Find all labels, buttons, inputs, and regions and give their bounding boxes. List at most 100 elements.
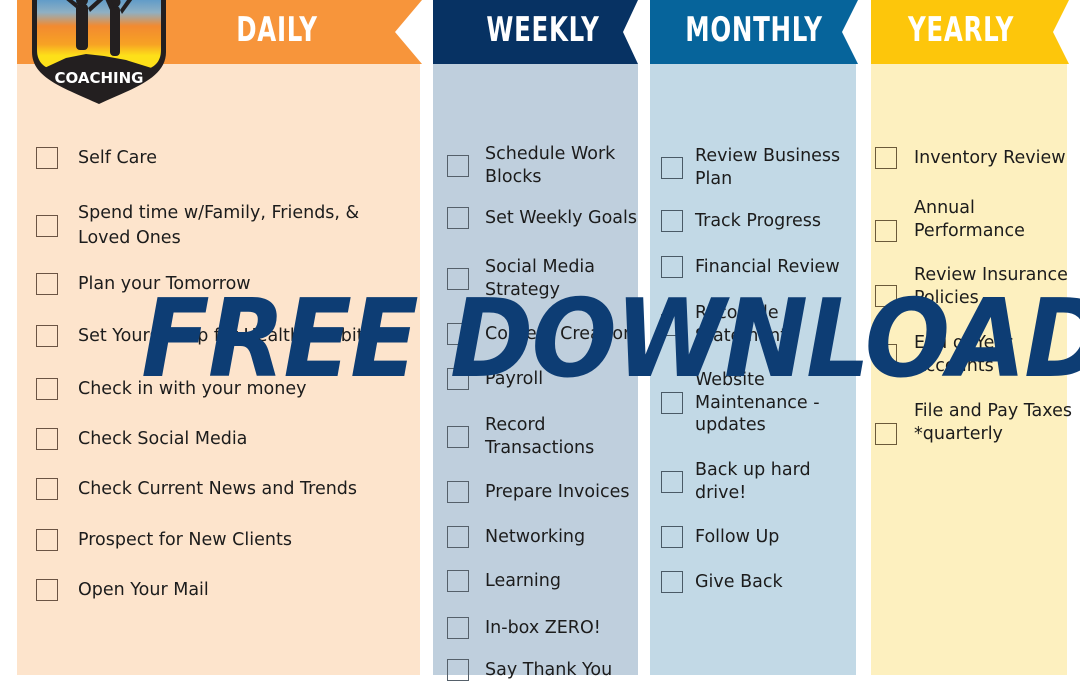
item-label: Spend time w/Family, Friends, & Loved On… [78, 203, 360, 248]
item-label: Learning [485, 571, 561, 591]
checklist-item[interactable]: Prepare Invoices [447, 481, 645, 504]
checkbox[interactable] [36, 273, 58, 296]
item-label: Payroll [485, 369, 544, 389]
checkbox[interactable] [661, 156, 683, 179]
checkbox[interactable] [875, 147, 897, 170]
checkbox[interactable] [447, 207, 469, 230]
checklist-item[interactable]: Review Insurance Policies [875, 264, 1074, 309]
banner-weekly: WEEKLY [433, 0, 638, 64]
checkbox[interactable] [661, 391, 683, 414]
item-label: Check Current News and Trends [78, 479, 358, 499]
checkbox[interactable] [875, 285, 897, 307]
item-label: File and Pay Taxes *quarterly [914, 401, 1072, 444]
checkbox[interactable] [447, 526, 469, 549]
checklist-item[interactable]: Spend time w/Family, Friends, & Loved On… [36, 201, 388, 251]
item-label: Set Yourself up for Healthy Habits [78, 326, 373, 346]
item-label: End of Year Accounts [914, 333, 1013, 376]
checklist-item[interactable]: Social Media Strategy [447, 256, 625, 301]
checklist-item[interactable]: Open Your Mail [36, 579, 408, 602]
checkbox[interactable] [447, 368, 469, 391]
item-label: Prepare Invoices [485, 482, 630, 502]
checklist-item[interactable]: Inventory Review [875, 147, 1074, 170]
checklist-item[interactable]: Plan your Tomorrow [36, 273, 408, 296]
checkbox[interactable] [661, 526, 683, 549]
checklist-weekly: Schedule Work Blocks Set Weekly Goals So… [433, 64, 638, 682]
checkbox[interactable] [875, 220, 897, 242]
item-label: Review Insurance Policies [914, 265, 1068, 308]
checklist-item[interactable]: Schedule Work Blocks [447, 143, 635, 188]
item-label: Networking [485, 527, 586, 547]
item-label: Prospect for New Clients [78, 530, 292, 550]
logo-label: COACHING [55, 69, 144, 87]
checkbox[interactable] [36, 579, 58, 602]
item-label: Give Back [695, 572, 783, 592]
checklist-item[interactable]: End of Year Accounts [875, 332, 1024, 377]
checklist-item[interactable]: Check Social Media [36, 428, 408, 451]
item-label: Self Care [78, 148, 157, 168]
checkbox[interactable] [661, 210, 683, 233]
checklist-item[interactable]: Content Creation [447, 323, 635, 346]
item-label: Financial Review [695, 257, 840, 277]
checklist-item[interactable]: File and Pay Taxes *quarterly [875, 400, 1074, 445]
checkbox[interactable] [661, 470, 683, 493]
checkbox[interactable] [661, 571, 683, 594]
checklist-item[interactable]: Check Current News and Trends [36, 478, 408, 501]
checklist-item[interactable]: Say Thank You [447, 659, 635, 682]
checkbox[interactable] [447, 617, 469, 640]
checklist-item[interactable]: Back up hard drive! [661, 459, 825, 504]
checkbox[interactable] [36, 529, 58, 552]
checklist-item[interactable]: Check in with your money [36, 378, 408, 401]
item-label: Check in with your money [78, 379, 307, 399]
checklist-item[interactable]: Learning [447, 570, 635, 593]
checklist-item[interactable]: Self Care [36, 147, 378, 170]
item-label: Content Creation [485, 324, 635, 344]
checkbox[interactable] [447, 154, 469, 177]
banner-yearly: YEARLY [871, 0, 1069, 64]
checkbox[interactable] [36, 378, 58, 401]
checklist-item[interactable]: Financial Review [661, 256, 865, 279]
checklist-item[interactable]: Set Weekly Goals [447, 207, 645, 230]
checklist-item[interactable]: Follow Up [661, 526, 845, 549]
checkbox[interactable] [875, 343, 897, 366]
column-title-weekly: WEEKLY [486, 10, 600, 50]
checkbox[interactable] [36, 147, 58, 170]
checklist-item[interactable]: Reconcile Statements [661, 302, 805, 347]
checklist-item[interactable]: Review Business Plan [661, 145, 845, 190]
checklist-item[interactable]: Give Back [661, 571, 845, 594]
checkbox[interactable] [661, 313, 683, 336]
checklist-item[interactable]: Track Progress [661, 210, 855, 233]
checkbox[interactable] [36, 428, 58, 451]
checkbox[interactable] [447, 267, 469, 290]
item-label: Set Weekly Goals [485, 208, 637, 228]
checkbox[interactable] [36, 478, 58, 501]
checkbox[interactable] [447, 570, 469, 593]
item-label: Website Maintenance - updates [695, 370, 820, 435]
banner-monthly: MONTHLY [650, 0, 858, 64]
item-label: Open Your Mail [78, 580, 209, 600]
checklist-item[interactable]: Record Transactions [447, 414, 615, 459]
checklist-monthly: Review Business Plan Track Progress Fina… [650, 64, 856, 675]
checkbox[interactable] [661, 256, 683, 279]
checklist-item[interactable]: Annual Performance [875, 197, 1034, 242]
checkbox[interactable] [875, 423, 897, 445]
checklist-item[interactable]: Set Yourself up for Healthy Habits [36, 325, 418, 348]
checklist-item[interactable]: Prospect for New Clients [36, 529, 408, 552]
checkbox[interactable] [36, 215, 58, 237]
item-label: Annual Performance [914, 198, 1025, 241]
item-label: Back up hard drive! [695, 460, 811, 503]
checkbox[interactable] [447, 481, 469, 504]
checkbox[interactable] [36, 325, 58, 348]
checklist-daily: Self Care Spend time w/Family, Friends, … [17, 64, 420, 675]
item-label: Review Business Plan [695, 146, 841, 189]
checkbox[interactable] [447, 659, 469, 682]
checklist-item[interactable]: Networking [447, 526, 635, 549]
checkbox[interactable] [447, 323, 469, 346]
logo-shield-icon: COACHING [32, 0, 166, 104]
checklist-item[interactable]: Website Maintenance - updates [661, 369, 835, 437]
checklist-item[interactable]: Payroll [447, 368, 635, 391]
column-title-yearly: YEARLY [907, 10, 1015, 50]
item-label: Plan your Tomorrow [78, 274, 251, 294]
checkbox[interactable] [447, 425, 469, 448]
item-label: Check Social Media [78, 429, 248, 449]
checklist-item[interactable]: In-box ZERO! [447, 617, 635, 640]
